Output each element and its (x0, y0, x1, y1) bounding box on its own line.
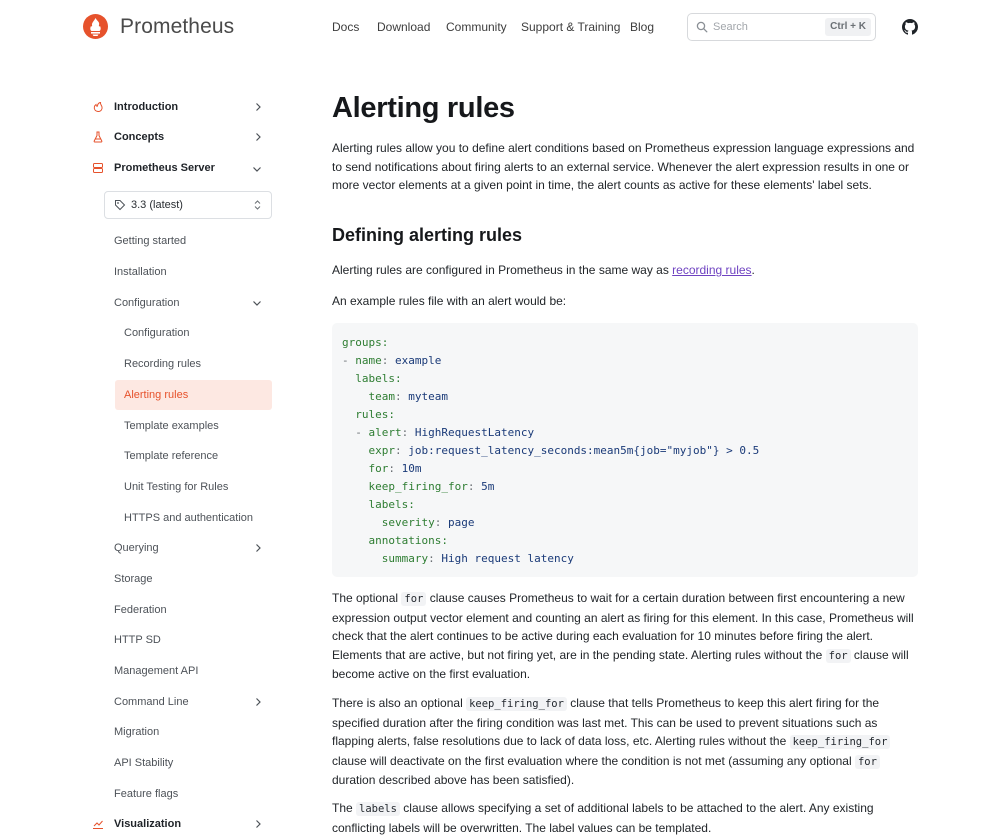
chevron-down-icon[interactable] (252, 164, 262, 174)
sidebar-item-concepts[interactable]: Concepts (114, 131, 164, 143)
version-select[interactable]: 3.3 (latest) (104, 191, 272, 219)
server-icon (93, 163, 103, 173)
code-line: - name: example (342, 354, 442, 367)
sidebar-item-management-api[interactable]: Management API (114, 665, 198, 677)
sidebar-item-api-stability[interactable]: API Stability (114, 757, 173, 769)
code-line: - alert: HighRequestLatency (355, 426, 535, 439)
sidebar-item-installation[interactable]: Installation (114, 266, 167, 278)
nav-docs[interactable]: Docs (332, 20, 359, 34)
tag-icon (115, 200, 126, 211)
sidebar-item-storage[interactable]: Storage (114, 573, 153, 585)
search-placeholder: Search (713, 21, 748, 33)
sidebar-subitem-configuration[interactable]: Configuration (124, 327, 189, 339)
inline-code: keep_firing_for (789, 735, 891, 749)
sidebar-item-migration[interactable]: Migration (114, 726, 159, 738)
code-line: summary: High request latency (381, 552, 574, 565)
chevron-right-icon[interactable] (253, 697, 263, 707)
code-line: labels: (355, 372, 402, 385)
chevron-right-icon[interactable] (253, 132, 263, 142)
sidebar-item-configuration[interactable]: Configuration (114, 297, 179, 309)
text-segment: The (332, 801, 357, 815)
search-box[interactable]: Search Ctrl + K (687, 13, 876, 41)
text-segment: clause allows specifying a set of additi… (332, 801, 874, 835)
code-block[interactable]: groups: - name: example labels: team: my… (332, 323, 918, 577)
sidebar-subitem-alerting-rules[interactable]: Alerting rules (124, 389, 188, 401)
chevron-up-down-icon (254, 200, 261, 210)
inline-code: for (825, 648, 851, 663)
sidebar-item-visualization[interactable]: Visualization (114, 818, 181, 830)
text-segment: Alerting rules are configured in Prometh… (332, 263, 673, 277)
code-line: for: 10m (368, 462, 422, 475)
paragraph-keep-firing-for: There is also an optional keep_firing_fo… (332, 694, 918, 790)
text-segment: . (751, 263, 755, 277)
text-segment: clause will deactivate on the first eval… (332, 753, 855, 768)
flask-icon (93, 131, 103, 143)
sidebar-item-command-line[interactable]: Command Line (114, 696, 189, 708)
search-icon (696, 21, 708, 33)
sidebar-item-prometheus-server[interactable]: Prometheus Server (114, 162, 215, 174)
github-icon[interactable] (902, 19, 918, 35)
nav-blog[interactable]: Blog (630, 20, 654, 34)
code-line: severity: page (381, 516, 475, 529)
code-line: expr: job:request_latency_seconds:mean5m… (368, 444, 760, 457)
sidebar-subitem-template-reference[interactable]: Template reference (124, 450, 218, 462)
code-line: rules: (355, 408, 395, 421)
brand-name[interactable]: Prometheus (120, 15, 234, 39)
nav-support-training[interactable]: Support & Training (521, 20, 620, 34)
chevron-right-icon[interactable] (253, 102, 263, 112)
inline-code: keep_firing_for (466, 697, 567, 711)
sidebar-item-getting-started[interactable]: Getting started (114, 235, 186, 247)
chevron-right-icon[interactable] (253, 543, 263, 553)
nav-community[interactable]: Community (446, 20, 507, 34)
sidebar-subitem-unit-testing[interactable]: Unit Testing for Rules (124, 481, 228, 493)
sidebar-item-feature-flags[interactable]: Feature flags (114, 788, 178, 800)
sidebar-item-federation[interactable]: Federation (114, 604, 167, 616)
paragraph-for-clause: The optional for clause causes Prometheu… (332, 589, 918, 684)
intro-paragraph: Alerting rules allow you to define alert… (332, 141, 915, 192)
code-line: keep_firing_for: 5m (368, 480, 495, 493)
text-segment: There is also an optional (332, 696, 467, 710)
prometheus-logo-icon[interactable] (83, 14, 108, 39)
sidebar-item-introduction[interactable]: Introduction (114, 101, 178, 113)
code-line: annotations: (368, 534, 448, 547)
recording-rules-link[interactable]: recording rules (672, 263, 751, 277)
text-segment: duration described above has been satisf… (332, 773, 575, 787)
chart-icon (93, 820, 103, 829)
sidebar-subitem-recording-rules[interactable]: Recording rules (124, 358, 201, 370)
inline-code: for (401, 592, 427, 606)
page-title: Alerting rules (332, 92, 515, 124)
paragraph-example-intro: An example rules file with an alert woul… (332, 294, 567, 308)
chevron-down-icon[interactable] (252, 298, 262, 308)
inline-code: for (854, 754, 880, 769)
code-line: labels: (368, 498, 415, 511)
inline-code: labels (356, 802, 400, 816)
paragraph-configured: Alerting rules are configured in Prometh… (332, 261, 918, 280)
sidebar-item-http-sd[interactable]: HTTP SD (114, 634, 161, 646)
section-heading-defining: Defining alerting rules (332, 225, 523, 245)
version-label: 3.3 (latest) (131, 199, 183, 211)
chevron-right-icon[interactable] (253, 819, 263, 829)
paragraph-labels-clause: The labels clause allows specifying a se… (332, 799, 918, 836)
search-shortcut-badge: Ctrl + K (825, 18, 871, 36)
nav-download[interactable]: Download (377, 20, 430, 34)
sidebar-subitem-https-auth[interactable]: HTTPS and authentication (124, 512, 253, 524)
code-line: team: myteam (368, 390, 449, 403)
code-line: groups: (342, 336, 389, 349)
sidebar-subitem-template-examples[interactable]: Template examples (124, 420, 219, 432)
top-header: Prometheus Docs Download Community Suppo… (0, 0, 1000, 54)
text-segment: The optional (332, 591, 402, 605)
sidebar-item-querying[interactable]: Querying (114, 542, 159, 554)
flame-icon (93, 101, 103, 113)
